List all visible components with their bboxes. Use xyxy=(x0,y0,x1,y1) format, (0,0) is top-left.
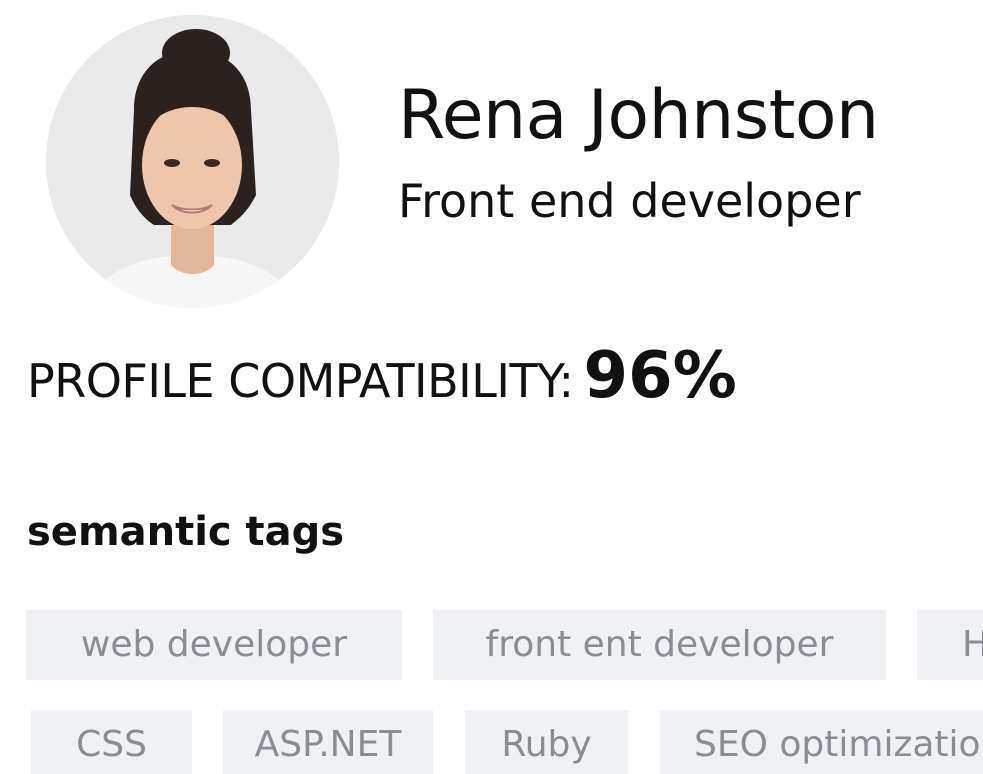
tag-ruby[interactable]: Ruby xyxy=(465,710,628,774)
semantic-tags-heading: semantic tags xyxy=(27,509,345,555)
avatar xyxy=(46,15,339,308)
profile-role: Front end developer xyxy=(398,174,861,228)
tag-seo-optimization[interactable]: SEO optimizatio xyxy=(660,710,983,774)
tag-css[interactable]: CSS xyxy=(31,710,192,774)
profile-name: Rena Johnston xyxy=(398,76,879,155)
tag-web-developer[interactable]: web developer xyxy=(26,610,402,680)
profile-compatibility: PROFILE COMPATIBILITY: 96% xyxy=(27,344,737,408)
tag-asp-net[interactable]: ASP.NET xyxy=(223,710,433,774)
profile-photo xyxy=(46,15,339,308)
tag-front-ent-developer[interactable]: front ent developer xyxy=(433,610,886,680)
compatibility-value: 96% xyxy=(583,339,737,413)
tag-partial[interactable]: H xyxy=(917,610,983,680)
compatibility-label: PROFILE COMPATIBILITY: xyxy=(27,354,574,408)
